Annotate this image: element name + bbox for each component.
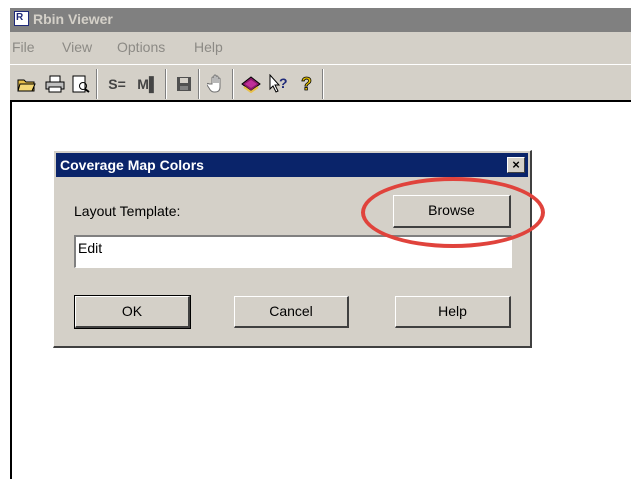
context-help-icon[interactable]: ? — [268, 73, 290, 95]
dialog-title: Coverage Map Colors — [60, 157, 204, 173]
toolbar-separator — [165, 69, 167, 99]
m-select-icon[interactable]: M▌ — [134, 73, 162, 95]
coverage-map-colors-dialog: Coverage Map Colors × Layout Template: B… — [53, 150, 532, 348]
toolbar-separator — [198, 69, 200, 99]
open-folder-icon[interactable] — [16, 73, 38, 95]
toolbar-separator — [232, 69, 234, 99]
print-preview-icon[interactable] — [70, 73, 92, 95]
menu-help[interactable]: Help — [194, 39, 223, 55]
layout-template-label: Layout Template: — [74, 203, 181, 219]
svg-text:?: ? — [279, 75, 288, 91]
save-disk-icon[interactable] — [173, 73, 195, 95]
menu-bar: File View Options Help — [10, 32, 631, 64]
help-button[interactable]: Help — [395, 296, 511, 328]
book-icon[interactable] — [240, 73, 262, 95]
print-icon[interactable] — [44, 73, 66, 95]
hand-pan-icon[interactable] — [206, 73, 228, 95]
browse-button[interactable]: Browse — [393, 195, 511, 228]
s-select-icon[interactable]: S= — [103, 73, 131, 95]
layout-template-field[interactable]: Edit — [74, 235, 512, 268]
toolbar-separator — [96, 69, 98, 99]
app-icon: R — [14, 11, 29, 26]
svg-text:?: ? — [301, 74, 312, 94]
app-title: Rbin Viewer — [33, 11, 113, 27]
menu-options[interactable]: Options — [117, 39, 165, 55]
close-icon[interactable]: × — [507, 157, 525, 173]
dialog-title-bar: Coverage Map Colors × — [56, 153, 528, 177]
ok-button[interactable]: OK — [74, 295, 191, 329]
menu-file[interactable]: File — [12, 39, 35, 55]
title-bar: R Rbin Viewer — [10, 8, 631, 32]
menu-view[interactable]: View — [62, 39, 92, 55]
cancel-button[interactable]: Cancel — [234, 296, 349, 328]
toolbar-separator — [322, 69, 324, 99]
help-icon[interactable]: ? — [296, 73, 318, 95]
toolbar: S= M▌ ? ? — [10, 64, 631, 102]
